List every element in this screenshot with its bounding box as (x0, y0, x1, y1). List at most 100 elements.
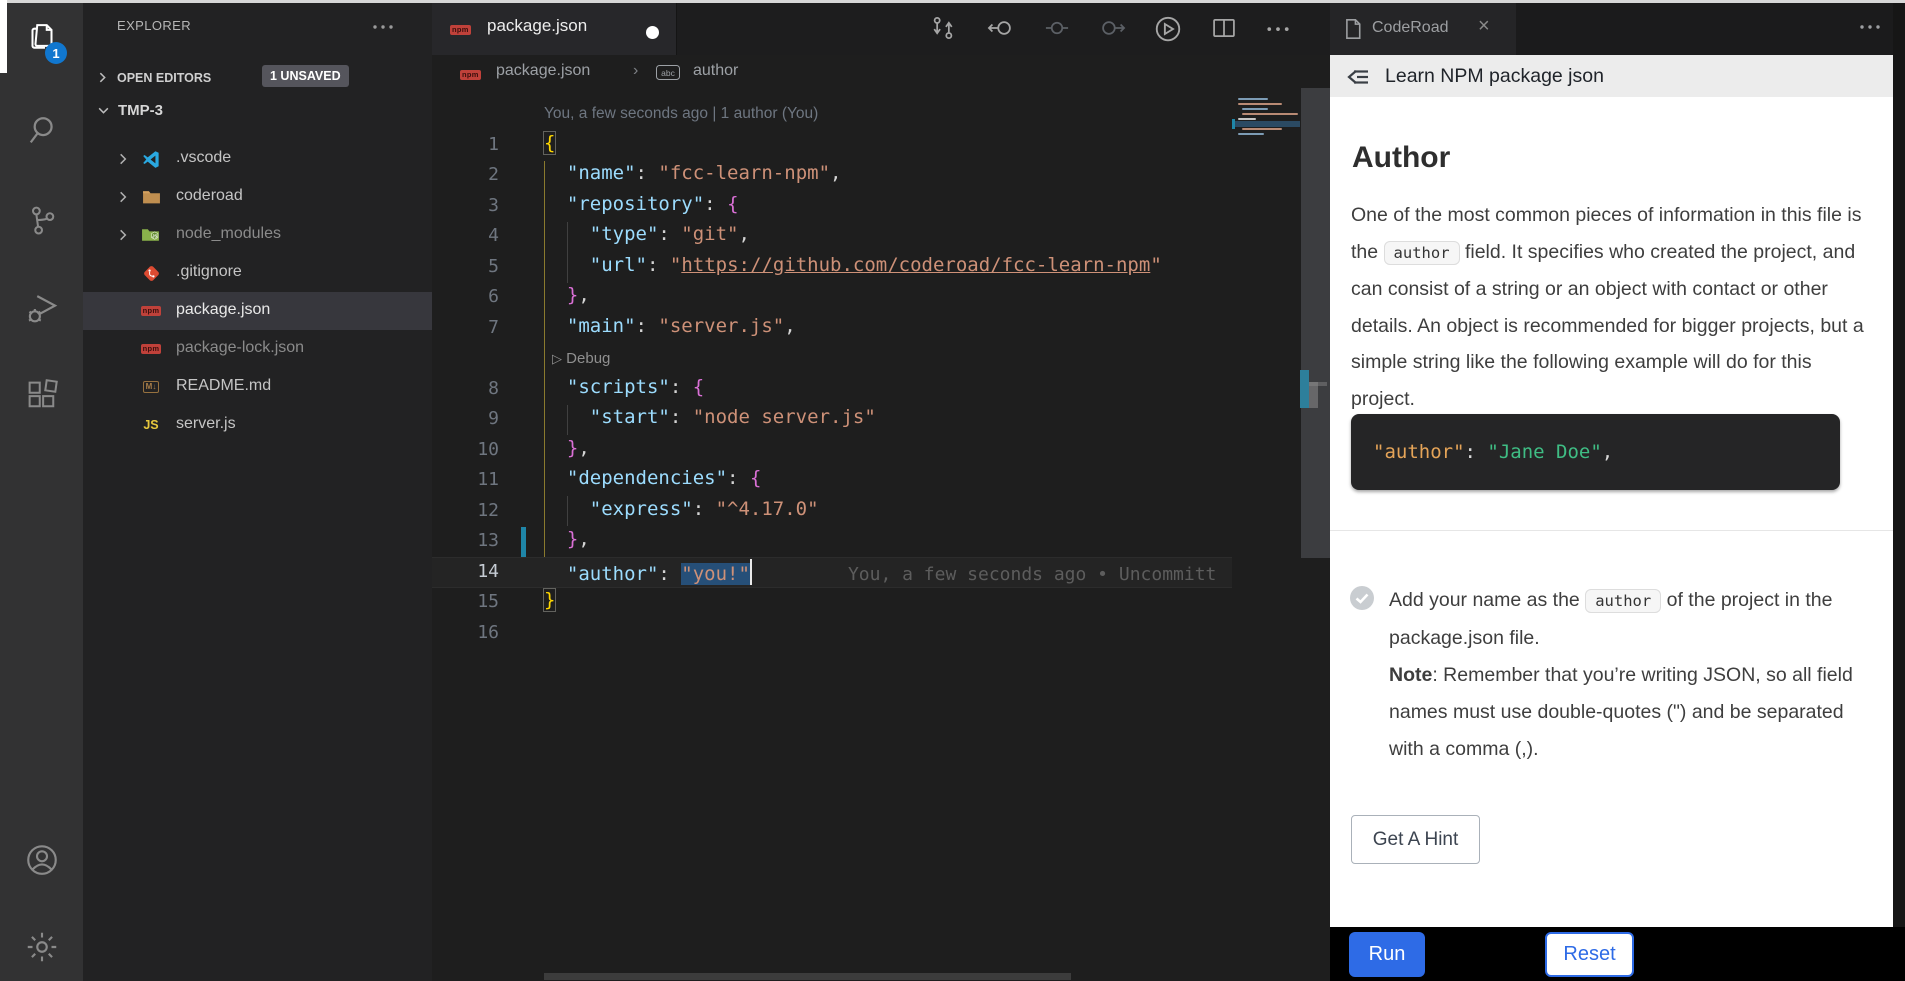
line-number: 6 (432, 286, 499, 307)
inactive-breakpoint-button[interactable] (1043, 14, 1071, 42)
file-row[interactable]: JSserver.js (83, 406, 432, 444)
file-name: coderoad (176, 187, 243, 205)
run-circle-button[interactable] (1153, 14, 1181, 42)
tab-package-json[interactable]: npm package.json (432, 0, 677, 55)
file-row[interactable]: M↓README.md (83, 368, 432, 406)
divider (1330, 530, 1905, 531)
window-edge (1893, 0, 1905, 927)
code-line[interactable]: "author": "you!"You, a few seconds ago •… (544, 559, 1216, 585)
line-number: 13 (432, 530, 499, 551)
chevron-right-icon (96, 71, 109, 84)
chevron-right-icon (116, 228, 130, 242)
inline-code: author (1585, 589, 1661, 613)
minimap-modified-mark (1232, 119, 1235, 129)
accounts-button[interactable] (0, 825, 83, 895)
line-number: 15 (432, 591, 499, 612)
code-line[interactable]: }, (544, 528, 590, 550)
coderoad-header: Learn NPM package json (1330, 55, 1905, 97)
code-line[interactable]: "start": "node server.js" (544, 406, 876, 428)
task-item: Add your name as the author of the proje… (1389, 582, 1875, 768)
overview-cursor-decoration (1309, 382, 1327, 386)
tab-coderoad[interactable]: CodeRoad × (1330, 0, 1516, 55)
code-line[interactable]: { (544, 132, 555, 154)
code-line[interactable]: "express": "^4.17.0" (544, 498, 819, 520)
source-control-icon (24, 202, 60, 238)
open-editors-section[interactable]: OPEN EDITORS 1 UNSAVED (83, 62, 432, 93)
close-icon[interactable]: × (1478, 15, 1490, 38)
code-editor[interactable]: You, a few seconds ago | 1 author (You)1… (432, 88, 1232, 981)
code-line[interactable]: "dependencies": { (544, 467, 761, 489)
sidebar-title: EXPLORER (117, 18, 191, 33)
vertical-scrollbar[interactable] (1301, 88, 1330, 558)
vscode-window: 1 (0, 0, 1905, 981)
sidebar-item-run-debug[interactable] (0, 273, 83, 343)
collapse-menu-icon[interactable] (1344, 63, 1372, 91)
npm-icon: npm (460, 64, 481, 82)
svg-text:abc: abc (661, 68, 675, 78)
vscode-file-icon (140, 150, 162, 168)
code-line[interactable]: "scripts": { (544, 376, 704, 398)
file-name: package.json (176, 301, 270, 319)
codelens-debug[interactable]: ▷ Debug (552, 350, 610, 367)
explorer-sidebar: EXPLORER OPEN EDITORS 1 UNSAVED TMP-3 .v… (83, 0, 432, 981)
sidebar-item-explorer[interactable]: 1 (0, 2, 83, 72)
code-line[interactable]: }, (544, 437, 590, 459)
chevron-right-icon (116, 152, 130, 166)
breadcrumb-file[interactable]: package.json (496, 62, 590, 80)
chevron-right-icon: › (633, 62, 638, 80)
code-line[interactable]: "repository": { (544, 193, 739, 215)
play-outline-icon: ▷ (552, 351, 562, 366)
overview-modified-decoration (1300, 370, 1309, 408)
breadcrumb-symbol[interactable]: author (693, 62, 738, 80)
modified-dot-icon[interactable] (646, 26, 659, 39)
get-a-hint-button[interactable]: Get A Hint (1351, 815, 1480, 864)
step-back-button[interactable] (986, 14, 1014, 42)
git-compare-button[interactable] (929, 14, 957, 42)
editor-more-actions-button[interactable] (1266, 14, 1294, 42)
accounts-icon (22, 840, 62, 880)
file-row[interactable]: coderoad (83, 178, 432, 216)
reset-button[interactable]: Reset (1545, 932, 1634, 977)
sidebar-item-search[interactable] (0, 95, 83, 165)
line-number: 10 (432, 439, 499, 460)
line-number: 12 (432, 500, 499, 521)
code-line[interactable]: "url": "https://github.com/coderoad/fcc-… (544, 254, 1162, 276)
svg-text:JS: JS (152, 234, 157, 239)
extensions-icon (24, 377, 60, 413)
run-button[interactable]: Run (1349, 932, 1425, 977)
project-root-folder[interactable]: TMP-3 (83, 96, 432, 124)
code-line[interactable]: } (544, 589, 555, 611)
code-line[interactable]: }, (544, 284, 590, 306)
code-line[interactable]: "type": "git", (544, 223, 750, 245)
file-row[interactable]: npmpackage-lock.json (83, 330, 432, 368)
file-icon (1343, 18, 1363, 40)
window-top-border (0, 0, 1905, 3)
sidebar-item-source-control[interactable] (0, 185, 83, 255)
split-editor-button[interactable] (1210, 14, 1238, 42)
file-row[interactable]: .vscode (83, 140, 432, 178)
minimap[interactable] (1232, 88, 1330, 981)
explorer-more-actions-button[interactable] (368, 16, 398, 38)
symbol-string-icon: abc (656, 65, 680, 80)
settings-icon (23, 928, 61, 966)
line-number: 8 (432, 378, 499, 399)
settings-button[interactable] (0, 912, 83, 981)
panel-more-actions-button[interactable] (1858, 16, 1888, 38)
explorer-badge: 1 (45, 42, 67, 64)
file-row[interactable]: JSnode_modules (83, 216, 432, 254)
project-name: TMP-3 (118, 102, 163, 119)
line-number: 5 (432, 256, 499, 277)
sidebar-item-extensions[interactable] (0, 360, 83, 430)
file-row[interactable]: .gitignore (83, 254, 432, 292)
step-forward-button[interactable] (1099, 14, 1127, 42)
file-row[interactable]: npmpackage.json (83, 292, 432, 330)
line-number: 1 (432, 134, 499, 155)
code-line[interactable]: "main": "server.js", (544, 315, 796, 337)
npm-icon: npm (450, 19, 471, 37)
code-line[interactable]: "name": "fcc-learn-npm", (544, 162, 841, 184)
line-number: 3 (432, 195, 499, 216)
gitlens-inline-blame: You, a few seconds ago • Uncommitt (752, 564, 1216, 585)
run-and-debug-icon (23, 289, 61, 327)
line-number: 16 (432, 622, 499, 643)
horizontal-scrollbar[interactable] (544, 973, 1071, 980)
